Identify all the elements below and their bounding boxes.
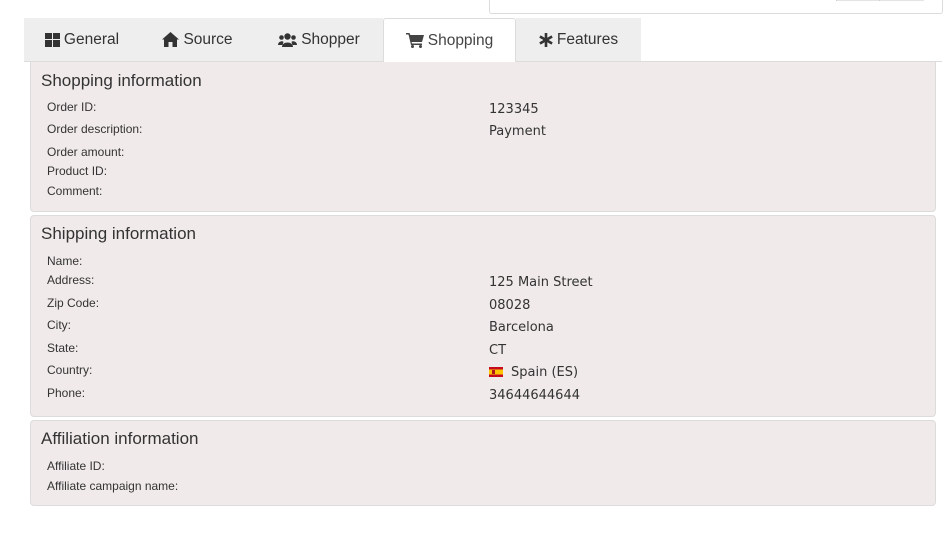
order-description-label: Order description:	[47, 122, 143, 136]
city-label: City:	[47, 318, 71, 332]
order-description-value: Payment	[489, 124, 546, 139]
tab-source-label: Source	[183, 30, 233, 48]
tab-shopper-label: Shopper	[301, 30, 360, 48]
order-id-label: Order ID:	[47, 100, 97, 114]
state-value: CT	[489, 343, 507, 358]
tab-source[interactable]: Source	[140, 18, 255, 61]
address-label: Address:	[47, 273, 95, 287]
tab-features-label: Features	[556, 30, 619, 48]
affiliation-information-panel: Affiliation information Affiliate ID: Af…	[30, 420, 936, 506]
tab-general[interactable]: General	[24, 18, 140, 61]
zip-code-label: Zip Code:	[47, 296, 100, 310]
tab-shopping[interactable]: Shopping	[383, 18, 516, 62]
order-amount-label: Order amount:	[47, 145, 125, 159]
shopping-information-panel: Shopping information Order ID: 123345 Or…	[30, 62, 936, 212]
phone-value: 34644644644	[489, 388, 580, 403]
top-input-box	[489, 0, 943, 14]
comment-label: Comment:	[47, 184, 103, 198]
tab-shopper[interactable]: Shopper	[255, 18, 383, 61]
tab-general-label: General	[63, 30, 120, 48]
shopping-information-title: Shopping information	[41, 71, 202, 90]
affiliate-campaign-name-label: Affiliate campaign name:	[47, 479, 179, 493]
tab-features[interactable]: Features	[516, 18, 641, 61]
shopping-cart-icon	[405, 33, 424, 48]
country-value: Spain (ES)	[489, 365, 578, 380]
product-id-label: Product ID:	[47, 164, 108, 178]
shipping-information-title: Shipping information	[41, 224, 196, 243]
asterisk-icon	[539, 32, 553, 47]
tab-shopping-label: Shopping	[427, 31, 494, 49]
zip-code-value: 08028	[489, 298, 531, 313]
grid-icon	[44, 32, 60, 47]
phone-label: Phone:	[47, 386, 86, 400]
affiliate-id-label: Affiliate ID:	[47, 459, 105, 473]
order-id-value: 123345	[489, 102, 539, 117]
shipping-information-panel: Shipping information Name: Address: 125 …	[30, 215, 936, 417]
top-buttons	[836, 0, 924, 1]
country-name: Spain (ES)	[511, 365, 579, 380]
affiliation-information-title: Affiliation information	[41, 429, 199, 448]
spain-flag-icon	[489, 367, 503, 377]
city-value: Barcelona	[489, 320, 554, 335]
state-label: State:	[47, 341, 79, 355]
name-label: Name:	[47, 254, 83, 268]
country-label: Country:	[47, 363, 93, 377]
users-icon	[278, 32, 298, 47]
address-value: 125 Main Street	[489, 275, 593, 290]
tab-bar: General Source Shopper Shopping Features	[24, 18, 942, 62]
home-icon	[162, 32, 180, 47]
